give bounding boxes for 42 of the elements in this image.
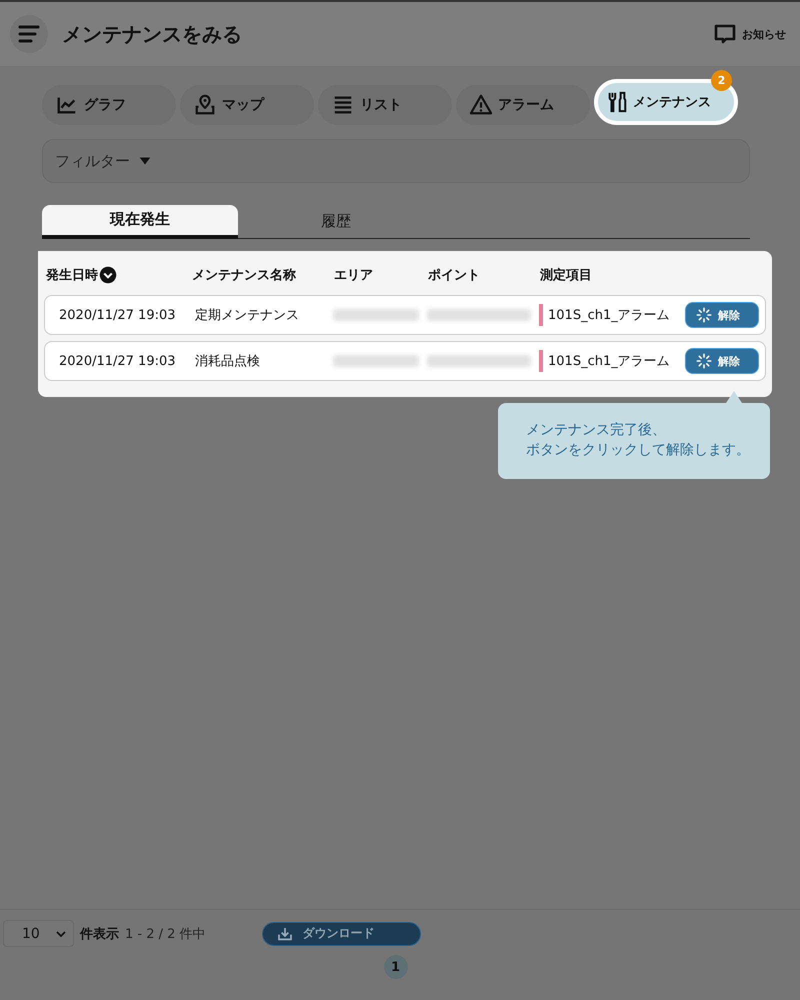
filter-bar[interactable]: フィルター: [42, 139, 750, 183]
menu-button[interactable]: [10, 15, 48, 53]
download-button[interactable]: ダウンロード: [262, 922, 421, 946]
page-title: メンテナンスをみる: [62, 20, 243, 48]
table-cell-text: 101S_ch1_アラーム: [548, 353, 670, 370]
list-icon: [332, 94, 354, 116]
download-icon: [276, 926, 293, 942]
table-cell-text: 定期メンテナンス: [194, 307, 300, 324]
spinner-icon: [696, 353, 712, 369]
column-header: 発生日時: [46, 267, 98, 284]
chat-bubble-icon: [713, 22, 737, 46]
column-header: ポイント: [427, 267, 481, 284]
column-header: メンテナンス名称: [191, 267, 297, 284]
page-size-select[interactable]: 10: [3, 920, 74, 947]
map-pin-icon: [194, 94, 216, 116]
status-bar: [539, 350, 543, 372]
sub-tab[interactable]: 現在発生: [42, 205, 238, 239]
release-button[interactable]: 解除: [685, 302, 759, 328]
nav-tab[interactable]: グラフ: [42, 85, 176, 125]
status-bar: [539, 304, 543, 326]
tools-icon: [606, 91, 628, 113]
table-cell-text: 消耗品点検: [194, 353, 261, 370]
table-cell-text: 2020/11/27 19:03: [58, 308, 177, 322]
table-cell-text: 2020/11/27 19:03: [58, 354, 177, 368]
tooltip-text: ボタンをクリックして解除します。: [526, 441, 751, 460]
column-header: エリア: [333, 267, 374, 284]
sub-tab[interactable]: 履歴: [238, 205, 434, 237]
nav-tab[interactable]: マップ: [180, 85, 314, 125]
warning-icon: [470, 94, 492, 116]
release-button[interactable]: 解除: [685, 348, 759, 374]
table-cell-text: 101S_ch1_アラーム: [548, 307, 670, 324]
tooltip-text: メンテナンス完了後、: [526, 421, 667, 440]
notice-button[interactable]: お知らせ: [713, 22, 786, 46]
nav-tab[interactable]: アラーム: [456, 85, 590, 125]
nav-tab[interactable]: リスト: [318, 85, 452, 125]
page-size-label: 件表示: [80, 926, 119, 942]
sort-chevron-icon: [99, 266, 117, 284]
count-badge: 2: [711, 70, 732, 91]
page-button[interactable]: 1: [384, 955, 408, 979]
column-header: 測定項目: [539, 266, 593, 284]
spinner-icon: [696, 307, 712, 323]
record-range: 1 - 2 / 2 件中: [125, 926, 206, 942]
